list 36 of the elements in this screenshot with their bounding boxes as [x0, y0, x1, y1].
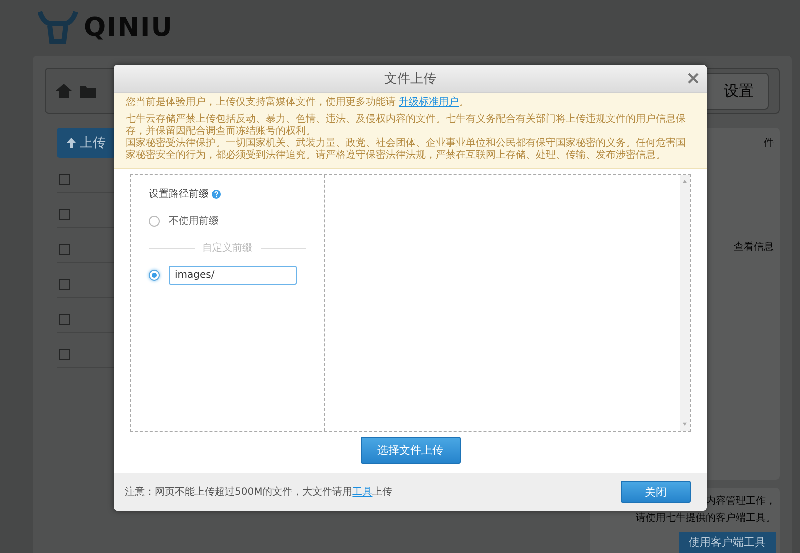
prefix-input[interactable]: images/ — [169, 266, 297, 284]
row-checkbox[interactable] — [59, 174, 70, 184]
logo-wordmark: QINIU — [84, 13, 174, 43]
upload-button[interactable]: 上传 — [57, 128, 116, 158]
folder-icon[interactable] — [80, 84, 96, 98]
radio-button[interactable] — [149, 216, 160, 226]
option-label: 不使用前缀 — [169, 215, 219, 228]
scrollbar[interactable] — [680, 175, 690, 431]
tool-link[interactable]: 工具 — [352, 487, 373, 498]
dialog-title: 文件上传 — [384, 70, 436, 88]
notice-text: 七牛云存储严禁上传包括反动、暴力、色情、违法、及侵权内容的文件。七牛有义务配合有关部门将上传违规文件的用户信息保存，并保留因配合调查而冻结账号的权利。 — [126, 114, 687, 138]
radio-button[interactable] — [149, 270, 160, 280]
info-link[interactable]: 查看信息 — [734, 240, 774, 254]
help-text: 内容管理工作， — [706, 494, 776, 508]
client-tool-button[interactable]: 使用客户端工具 — [679, 532, 776, 553]
help-text: 请使用七牛提供的客户端工具。 — [636, 512, 776, 525]
upgrade-link[interactable]: 升级标准用户 — [399, 97, 460, 108]
drop-zone[interactable]: 设置路径前缀 不使用前缀 自定义前缀 images/ — [130, 174, 691, 432]
row-checkbox[interactable] — [59, 348, 70, 360]
up-arrow-icon — [67, 138, 76, 148]
divider-label: 自定义前缀 — [202, 242, 252, 255]
help-icon[interactable] — [212, 190, 221, 198]
row-checkbox[interactable] — [59, 314, 70, 324]
close-icon[interactable] — [688, 73, 699, 84]
notice-text: 国家秘密受法律保护。一切国家机关、武装力量、政党、社会团体、企业事业单位和公民都有保守国家秘密的义务。任何危害国家秘密安全的行为，都必须受到法律追究。请严格遵守保密法律法规，严禁在互联网上存储、处理、传输、发布涉密信息。 — [126, 138, 687, 162]
prefix-label: 设置路径前缀 — [149, 188, 209, 201]
row-checkbox[interactable] — [59, 244, 70, 254]
choose-file-button[interactable]: 选择文件上传 — [360, 437, 460, 464]
footer-note: 注意：网页不能上传超过500M的文件，大文件请用工具上传 — [125, 486, 393, 499]
close-button[interactable]: 关闭 — [621, 481, 691, 503]
notice-text: 您当前是体验用户，上传仅支持富媒体文件，使用更多功能请 升级标准用户。 — [126, 97, 470, 109]
panel-heading: 件 — [764, 137, 774, 150]
row-checkbox[interactable] — [59, 278, 70, 290]
bull-logo-icon — [38, 10, 78, 46]
home-icon[interactable] — [56, 84, 72, 98]
row-checkbox[interactable] — [59, 208, 70, 220]
